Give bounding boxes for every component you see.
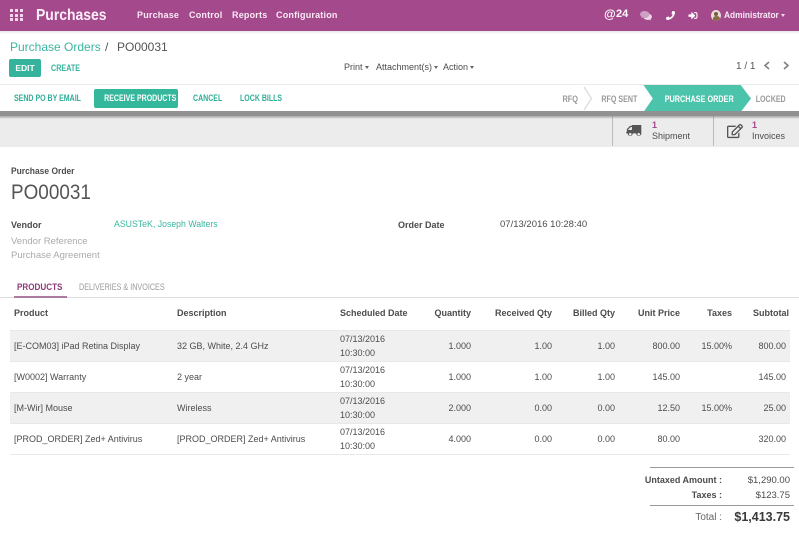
svg-text:PURCHASE ORDER: PURCHASE ORDER [665,94,734,104]
svg-text:RFQ: RFQ [563,94,579,104]
svg-text:RFQ SENT: RFQ SENT [601,94,637,104]
svg-text:LOCKED: LOCKED [756,94,786,104]
